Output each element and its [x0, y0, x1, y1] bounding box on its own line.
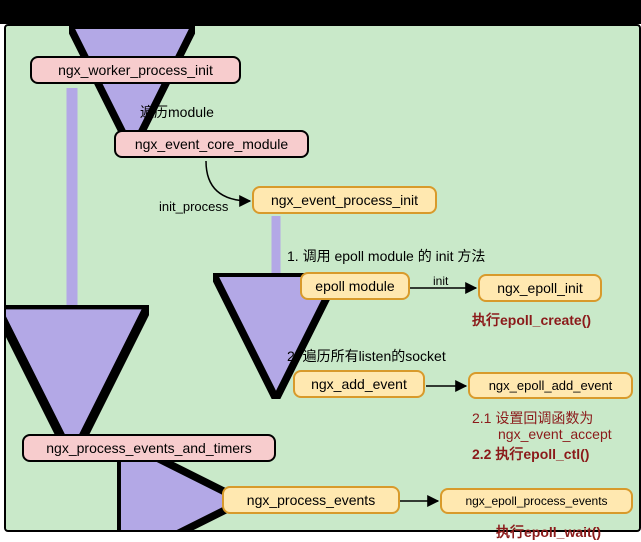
node-event-process-init: ngx_event_process_init	[252, 186, 437, 214]
label-exec-create: 执行epoll_create()	[472, 310, 591, 330]
node-epoll-module: epoll module	[300, 272, 410, 300]
node-event-core-module: ngx_event_core_module	[114, 130, 309, 158]
label-init-process: init_process	[159, 199, 228, 214]
panel: ngx_worker_process_init 遍历module ngx_eve…	[4, 24, 641, 532]
node-epoll-init: ngx_epoll_init	[478, 274, 602, 302]
label-step2-2: 2.2 执行epoll_ctl()	[472, 444, 589, 464]
label-exec-wait: 执行epoll_wait()	[496, 522, 601, 542]
node-process-events: ngx_process_events	[222, 486, 400, 514]
label-step1: 1. 调用 epoll module 的 init 方法	[287, 246, 485, 266]
node-process-events-and-timers: ngx_process_events_and_timers	[22, 434, 276, 462]
topbar	[0, 0, 641, 24]
node-worker-init: ngx_worker_process_init	[30, 56, 241, 84]
label-step2-1b: ngx_event_accept	[498, 426, 612, 442]
label-iterate-module: 遍历module	[140, 102, 214, 122]
node-epoll-process-events: ngx_epoll_process_events	[440, 488, 633, 514]
label-step2: 2. 遍历所有listen的socket	[287, 346, 446, 366]
diagram-frame: ngx_worker_process_init 遍历module ngx_eve…	[0, 0, 641, 534]
label-step2-1: 2.1 设置回调函数为	[472, 408, 593, 428]
node-add-event: ngx_add_event	[293, 370, 425, 398]
label-init: init	[433, 274, 448, 288]
node-epoll-add-event: ngx_epoll_add_event	[468, 372, 633, 399]
